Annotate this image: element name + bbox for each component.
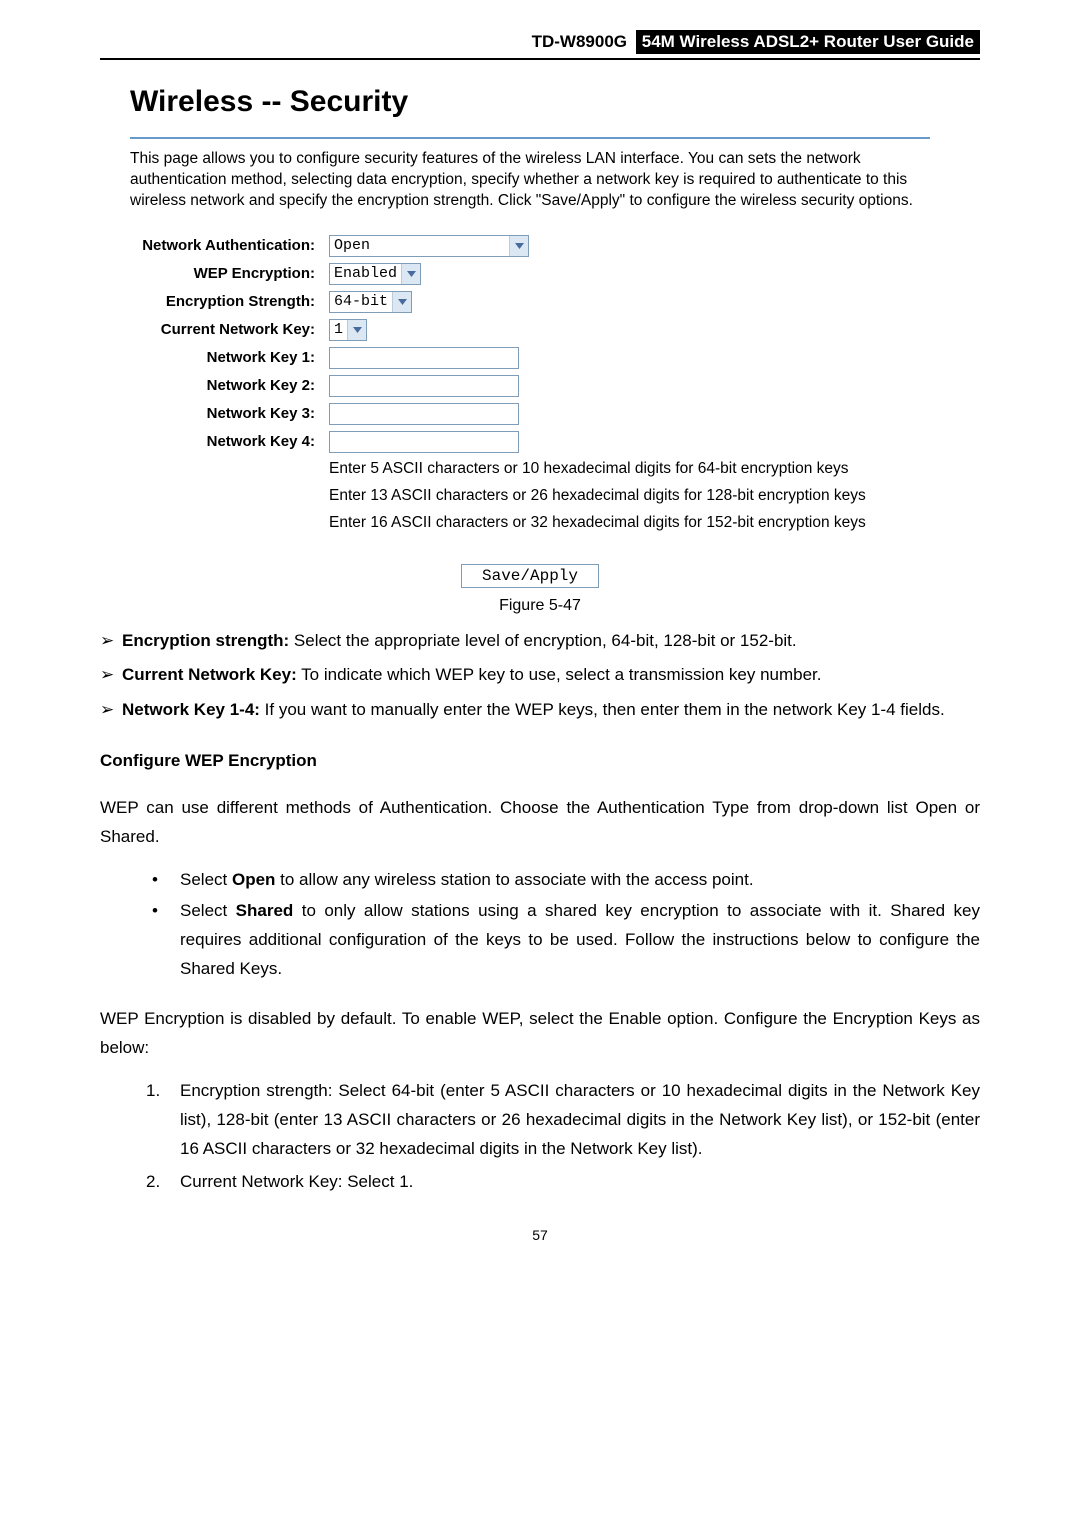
item-lead: Current Network Key: xyxy=(122,665,297,684)
wep-encryption-value: Enabled xyxy=(330,264,401,284)
item-rest: Select the appropriate level of encrypti… xyxy=(289,631,796,650)
encryption-strength-select[interactable]: 64-bit xyxy=(329,291,412,313)
save-apply-button[interactable]: Save/Apply xyxy=(461,564,599,588)
chevron-down-icon xyxy=(401,264,420,284)
numbered-list: 1.Encryption strength: Select 64-bit (en… xyxy=(100,1077,980,1197)
network-key3-input[interactable] xyxy=(329,403,519,425)
item-lead: Encryption strength: xyxy=(122,631,289,650)
settings-form: Network Authentication: Open WEP Encrypt… xyxy=(130,232,866,537)
item-bold: Shared xyxy=(236,901,294,920)
chevron-down-icon xyxy=(509,236,528,256)
intro-text: This page allows you to configure securi… xyxy=(130,149,930,212)
item-text: Current Network Key: Select 1. xyxy=(180,1172,413,1191)
bullet-list: •Select Open to allow any wireless stati… xyxy=(100,866,980,984)
list-item: 2.Current Network Key: Select 1. xyxy=(180,1168,980,1197)
network-auth-select[interactable]: Open xyxy=(329,235,529,257)
network-key2-input[interactable] xyxy=(329,375,519,397)
paragraph: WEP can use different methods of Authent… xyxy=(100,794,980,852)
section-heading: Wireless -- Security xyxy=(130,85,930,119)
encryption-strength-label: Encryption Strength: xyxy=(130,288,329,316)
subsection-heading: Configure WEP Encryption xyxy=(100,747,980,776)
network-auth-label: Network Authentication: xyxy=(130,232,329,260)
current-key-select[interactable]: 1 xyxy=(329,319,367,341)
item-pre: Select xyxy=(180,870,232,889)
current-key-label: Current Network Key: xyxy=(130,316,329,344)
figure-caption: Figure 5-47 xyxy=(100,597,980,615)
key-note-1: Enter 5 ASCII characters or 10 hexadecim… xyxy=(329,459,866,480)
item-pre: Select xyxy=(180,901,236,920)
network-key4-input[interactable] xyxy=(329,431,519,453)
encryption-strength-value: 64-bit xyxy=(330,292,392,312)
item-rest: If you want to manually enter the WEP ke… xyxy=(260,700,945,719)
divider xyxy=(130,137,930,139)
page-header: TD-W8900G 54M Wireless ADSL2+ Router Use… xyxy=(100,30,980,60)
network-key2-label: Network Key 2: xyxy=(130,372,329,400)
list-item: •Select Shared to only allow stations us… xyxy=(180,897,980,984)
body-text: ➢Encryption strength: Select the appropr… xyxy=(100,627,980,1197)
list-item: •Select Open to allow any wireless stati… xyxy=(180,866,980,895)
paragraph: WEP Encryption is disabled by default. T… xyxy=(100,1005,980,1063)
feature-list: ➢Encryption strength: Select the appropr… xyxy=(100,627,980,726)
list-item: 1.Encryption strength: Select 64-bit (en… xyxy=(180,1077,980,1164)
list-item: ➢Network Key 1-4: If you want to manuall… xyxy=(122,696,980,725)
key-note-3: Enter 16 ASCII characters or 32 hexadeci… xyxy=(329,513,866,534)
list-item: ➢Current Network Key: To indicate which … xyxy=(122,661,980,690)
page-number: 57 xyxy=(100,1227,980,1243)
item-rest: To indicate which WEP key to use, select… xyxy=(297,665,822,684)
item-post: to only allow stations using a shared ke… xyxy=(180,901,980,978)
wep-encryption-label: WEP Encryption: xyxy=(130,260,329,288)
item-text: Encryption strength: Select 64-bit (ente… xyxy=(180,1081,980,1158)
network-key3-label: Network Key 3: xyxy=(130,400,329,428)
wep-encryption-select[interactable]: Enabled xyxy=(329,263,421,285)
network-key4-label: Network Key 4: xyxy=(130,428,329,537)
current-key-value: 1 xyxy=(330,320,347,340)
list-item: ➢Encryption strength: Select the appropr… xyxy=(122,627,980,656)
chevron-down-icon xyxy=(392,292,411,312)
network-key1-label: Network Key 1: xyxy=(130,344,329,372)
device-model: TD-W8900G xyxy=(532,32,627,51)
item-lead: Network Key 1-4: xyxy=(122,700,260,719)
item-bold: Open xyxy=(232,870,275,889)
chevron-down-icon xyxy=(347,320,366,340)
key-note-2: Enter 13 ASCII characters or 26 hexadeci… xyxy=(329,486,866,507)
network-auth-value: Open xyxy=(330,236,509,256)
guide-title: 54M Wireless ADSL2+ Router User Guide xyxy=(636,30,980,54)
network-key1-input[interactable] xyxy=(329,347,519,369)
item-post: to allow any wireless station to associa… xyxy=(275,870,753,889)
document-page: TD-W8900G 54M Wireless ADSL2+ Router Use… xyxy=(0,0,1080,1283)
wireless-security-screenshot: Wireless -- Security This page allows yo… xyxy=(130,85,930,585)
